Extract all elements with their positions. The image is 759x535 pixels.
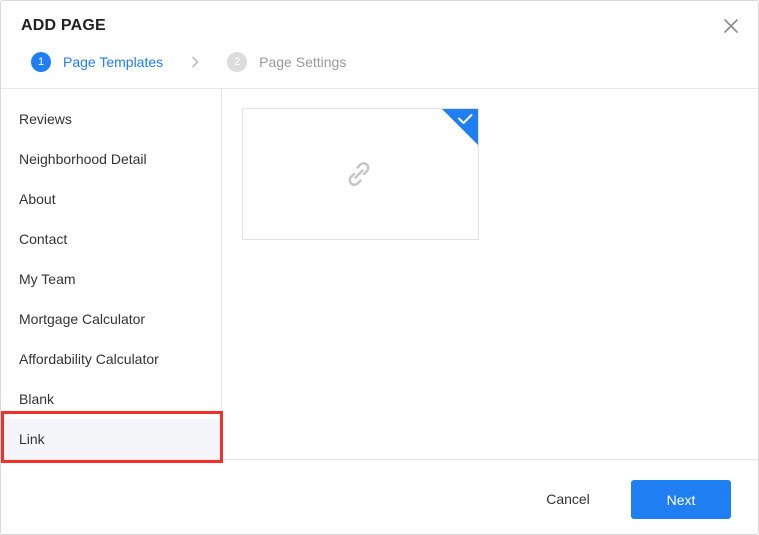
dialog-footer: Cancel Next bbox=[1, 459, 758, 535]
sidebar-item-contact[interactable]: Contact bbox=[1, 219, 221, 259]
dialog-header: ADD PAGE 1 Page Templates 2 Page Setting… bbox=[1, 1, 758, 89]
step-number-1: 1 bbox=[31, 52, 51, 72]
next-button[interactable]: Next bbox=[631, 480, 731, 519]
template-card-link[interactable] bbox=[242, 108, 479, 240]
close-icon[interactable] bbox=[722, 17, 740, 35]
template-preview-area bbox=[223, 89, 759, 461]
step-label-page-templates: Page Templates bbox=[63, 54, 164, 70]
sidebar-item-mortgage-calculator[interactable]: Mortgage Calculator bbox=[1, 299, 221, 339]
sidebar-item-blank[interactable]: Blank bbox=[1, 379, 221, 419]
sidebar-item-reviews[interactable]: Reviews bbox=[1, 99, 221, 139]
cancel-button[interactable]: Cancel bbox=[529, 480, 607, 518]
add-page-dialog: ADD PAGE 1 Page Templates 2 Page Setting… bbox=[0, 0, 759, 535]
checkmark-icon bbox=[442, 109, 478, 145]
sidebar-item-neighborhood-detail[interactable]: Neighborhood Detail bbox=[1, 139, 221, 179]
template-list: Reviews Neighborhood Detail About Contac… bbox=[1, 89, 222, 461]
sidebar-item-my-team[interactable]: My Team bbox=[1, 259, 221, 299]
step-page-settings: 2 Page Settings bbox=[227, 52, 346, 72]
sidebar-item-affordability-calculator[interactable]: Affordability Calculator bbox=[1, 339, 221, 379]
sidebar-item-about[interactable]: About bbox=[1, 179, 221, 219]
chevron-right-icon bbox=[191, 52, 201, 72]
dialog-title: ADD PAGE bbox=[21, 17, 106, 34]
step-label-page-settings: Page Settings bbox=[259, 54, 347, 70]
step-page-templates: 1 Page Templates bbox=[31, 52, 163, 72]
step-number-2: 2 bbox=[227, 52, 248, 72]
link-icon bbox=[344, 159, 374, 189]
sidebar-item-link[interactable]: Link bbox=[1, 419, 221, 459]
stepper: 1 Page Templates 2 Page Settings bbox=[31, 52, 346, 72]
